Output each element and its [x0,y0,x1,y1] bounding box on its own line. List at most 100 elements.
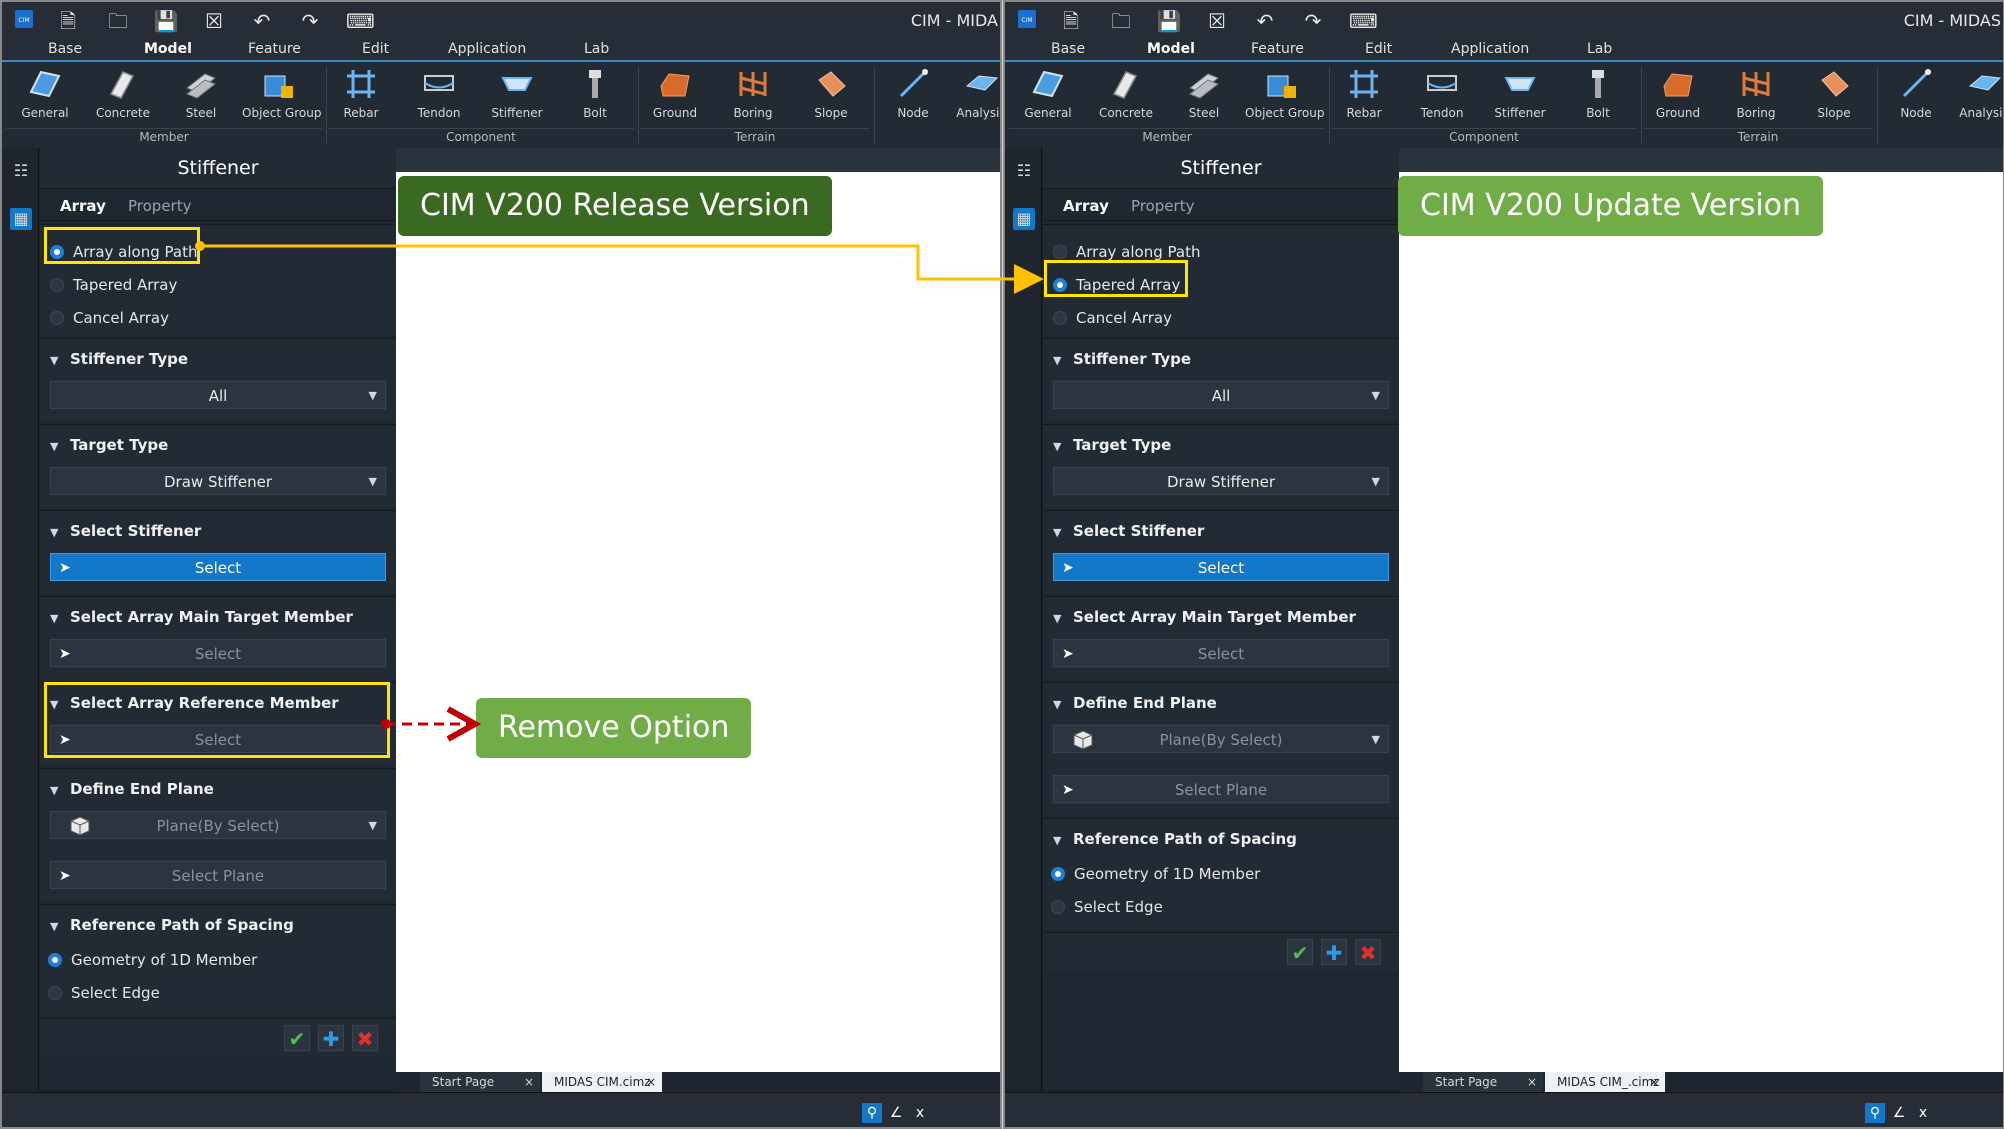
ribbon-object-group-button[interactable]: Object Group [1245,66,1324,126]
ribbon-rebar-button[interactable]: Rebar [1327,66,1401,126]
ribbon-general-button[interactable]: General [1011,66,1085,126]
menu-lab[interactable]: Lab [584,38,609,60]
section-header[interactable]: ▼ Select Stiffener [1053,519,1204,543]
ribbon-ground-button[interactable]: Ground [1641,66,1715,126]
tab-start-page[interactable]: Start Page × [420,1072,540,1092]
cancel-x-button[interactable]: ✖ [352,1025,378,1051]
tab-property[interactable]: Property [128,192,191,220]
ribbon-ground-button[interactable]: Ground [638,66,712,126]
cancel-x-button[interactable]: ✖ [1355,939,1381,965]
open-folder-icon[interactable]: 🗀 [1107,8,1135,34]
target-type-select[interactable]: Draw Stiffener ▼ [1053,467,1389,495]
menu-model[interactable]: Model [1147,38,1195,60]
section-header[interactable]: ▼ Reference Path of Spacing [1053,827,1297,851]
axis-x-icon[interactable]: x [1913,1103,1933,1123]
apply-plus-button[interactable]: ✚ [318,1025,344,1051]
undo-icon[interactable]: ↶ [248,8,276,34]
section-header[interactable]: ▼ Select Array Main Target Member [50,605,353,629]
menu-feature[interactable]: Feature [1251,38,1304,60]
ribbon-stiffener-button[interactable]: Stiffener [480,66,554,126]
ribbon-tendon-button[interactable]: Tendon [402,66,476,126]
ribbon-node-button[interactable]: Node [1879,66,1953,126]
open-folder-icon[interactable]: 🗀 [104,8,132,34]
tab-property[interactable]: Property [1131,192,1194,220]
ribbon-concrete-button[interactable]: Concrete [1089,66,1163,126]
section-header[interactable]: ▼ Select Stiffener [50,519,201,543]
tab-midas-cim-file[interactable]: MIDAS CIM_.cimz × [1545,1072,1665,1092]
angle-icon[interactable]: ∠ [1889,1103,1909,1123]
ribbon-concrete-button[interactable]: Concrete [86,66,160,126]
ribbon-node-button[interactable]: Node [876,66,950,126]
ribbon-stiffener-button[interactable]: Stiffener [1483,66,1557,126]
new-file-icon[interactable]: 🗎 [54,8,82,34]
tab-start-page[interactable]: Start Page × [1423,1072,1543,1092]
end-plane-select[interactable]: Plane(By Select) ▼ [50,811,386,839]
close-icon[interactable]: × [1527,1072,1537,1092]
ok-check-button[interactable]: ✔ [1287,939,1313,965]
apply-plus-button[interactable]: ✚ [1321,939,1347,965]
section-header[interactable]: ▼ Stiffener Type [50,347,188,371]
menu-application[interactable]: Application [448,38,526,60]
keyboard-icon[interactable]: ⌨ [346,8,375,34]
property-panel-icon[interactable]: ▦ [1013,208,1035,230]
ribbon-bolt-button[interactable]: Bolt [558,66,632,126]
close-file-icon[interactable]: ☒ [200,8,228,34]
select-plane-button[interactable]: ➤ Select Plane [50,861,386,889]
new-file-icon[interactable]: 🗎 [1057,8,1085,34]
section-header[interactable]: ▼ Select Array Main Target Member [1053,605,1356,629]
ribbon-steel-button[interactable]: Steel [1167,66,1241,126]
ribbon-boring-button[interactable]: Boring [1719,66,1793,126]
radio-select-edge[interactable]: Select Edge [48,980,160,1006]
menu-base[interactable]: Base [48,38,82,60]
close-file-icon[interactable]: ☒ [1203,8,1231,34]
ribbon-steel-button[interactable]: Steel [164,66,238,126]
section-header[interactable]: ▼ Reference Path of Spacing [50,913,294,937]
stiffener-type-select[interactable]: All ▼ [50,381,386,409]
save-icon[interactable]: 💾 [1155,8,1183,34]
menu-model[interactable]: Model [144,38,192,60]
ribbon-boring-button[interactable]: Boring [716,66,790,126]
target-type-select[interactable]: Draw Stiffener ▼ [50,467,386,495]
section-header[interactable]: ▼ Define End Plane [50,777,214,801]
redo-icon[interactable]: ↷ [1299,8,1327,34]
ribbon-slope-button[interactable]: Slope [794,66,868,126]
close-icon[interactable]: × [524,1072,534,1092]
ribbon-analysis-button[interactable]: Analysis [1947,66,2003,126]
tab-midas-cim-file[interactable]: MIDAS CIM.cimz × [542,1072,662,1092]
select-main-member-button[interactable]: ➤ Select [50,639,386,667]
ribbon-general-button[interactable]: General [8,66,82,126]
ribbon-bolt-button[interactable]: Bolt [1561,66,1635,126]
close-icon[interactable]: × [646,1072,656,1092]
save-icon[interactable]: 💾 [152,8,180,34]
radio-geometry-1d-member[interactable]: Geometry of 1D Member [48,947,257,973]
radio-cancel-array[interactable]: Cancel Array [1053,305,1172,331]
section-header[interactable]: ▼ Define End Plane [1053,691,1217,715]
snap-icon[interactable]: ⚲ [862,1103,882,1123]
ribbon-object-group-button[interactable]: Object Group [242,66,321,126]
angle-icon[interactable]: ∠ [886,1103,906,1123]
ribbon-analysis-button[interactable]: Analysis [944,66,1000,126]
menu-edit[interactable]: Edit [1365,38,1392,60]
ribbon-rebar-button[interactable]: Rebar [324,66,398,126]
radio-select-edge[interactable]: Select Edge [1051,894,1163,920]
redo-icon[interactable]: ↷ [296,8,324,34]
tab-array[interactable]: Array [60,192,106,220]
section-header[interactable]: ▼ Target Type [50,433,168,457]
menu-edit[interactable]: Edit [362,38,389,60]
select-main-member-button[interactable]: ➤ Select [1053,639,1389,667]
radio-geometry-1d-member[interactable]: Geometry of 1D Member [1051,861,1260,887]
menu-base[interactable]: Base [1051,38,1085,60]
section-header[interactable]: ▼ Stiffener Type [1053,347,1191,371]
model-viewport[interactable] [396,148,1000,1072]
undo-icon[interactable]: ↶ [1251,8,1279,34]
radio-cancel-array[interactable]: Cancel Array [50,305,169,331]
section-header[interactable]: ▼ Target Type [1053,433,1171,457]
menu-lab[interactable]: Lab [1587,38,1612,60]
axis-x-icon[interactable]: x [910,1103,930,1123]
keyboard-icon[interactable]: ⌨ [1349,8,1378,34]
menu-application[interactable]: Application [1451,38,1529,60]
close-icon[interactable]: × [1649,1072,1659,1092]
tree-view-icon[interactable]: ☷ [1013,160,1035,182]
ribbon-tendon-button[interactable]: Tendon [1405,66,1479,126]
property-panel-icon[interactable]: ▦ [10,208,32,230]
